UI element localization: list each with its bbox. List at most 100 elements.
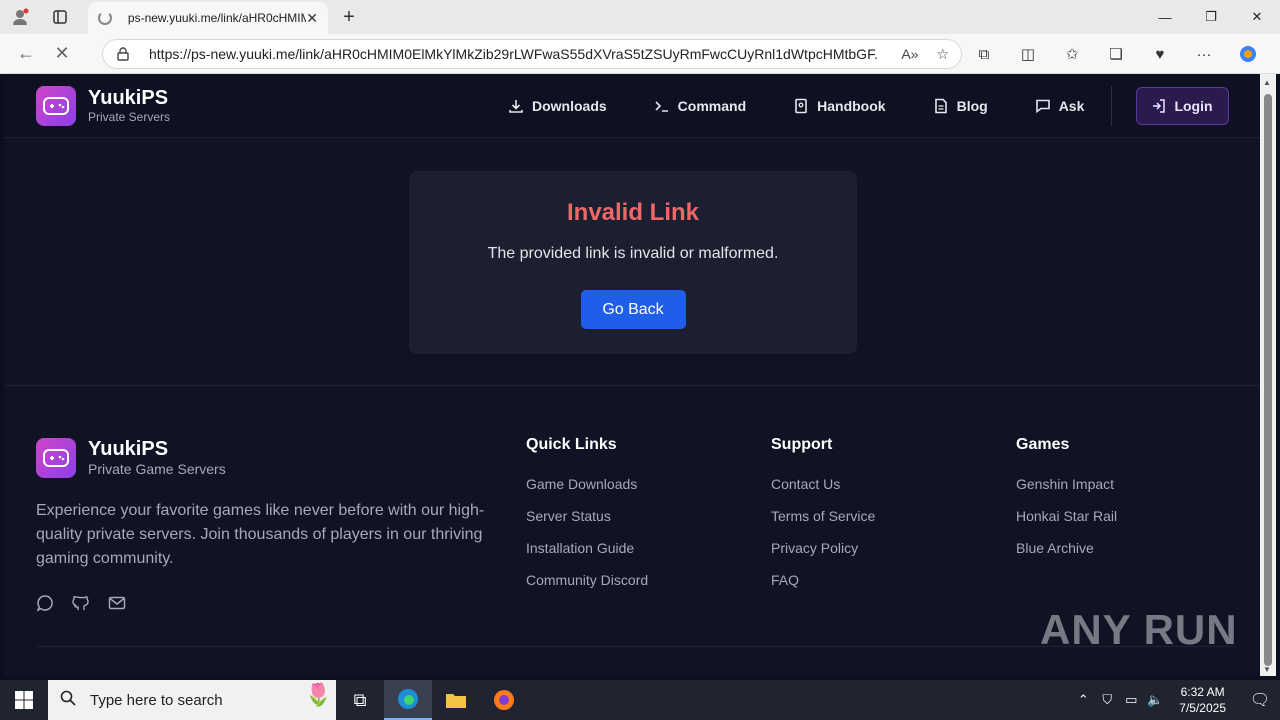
tab-actions-icon[interactable] [40, 0, 80, 34]
login-button[interactable]: Login [1136, 87, 1229, 125]
nav-command[interactable]: Command [654, 98, 746, 114]
browser-tab[interactable]: ps-new.yuuki.me/link/aHR0cHMIM ✕ [88, 2, 328, 34]
address-bar[interactable]: https://ps-new.yuuki.me/link/aHR0cHMIM0E… [102, 39, 962, 69]
brand-subtitle: Private Servers [88, 109, 171, 124]
footer-description: Experience your favorite games like neve… [36, 502, 485, 567]
scroll-thumb[interactable] [1264, 94, 1272, 666]
nav-handbook[interactable]: Handbook [793, 98, 886, 114]
footer-link[interactable]: Installation Guide [526, 540, 648, 557]
flowers-icon: 🌷 [304, 682, 332, 707]
main-content: Invalid Link The provided link is invali… [4, 138, 1260, 386]
footer-link[interactable]: Terms of Service [771, 508, 875, 525]
nav-ask[interactable]: Ask [1035, 98, 1085, 114]
chat-bubble-icon[interactable] [36, 594, 54, 617]
collections-icon[interactable]: ❏ [1094, 38, 1138, 70]
footer-link[interactable]: Blue Archive [1016, 540, 1117, 557]
extensions-icon[interactable]: ⧉ [962, 38, 1006, 70]
scroll-up-icon[interactable]: ▲ [1263, 78, 1271, 87]
browser-tab-bar: ps-new.yuuki.me/link/aHR0cHMIM ✕ + — ❐ ✕ [0, 0, 1280, 34]
nav-divider [1111, 86, 1112, 126]
system-tray: ⌃ ⛉ ▭ 🔈 6:32 AM 7/5/2025 🗨 [1071, 680, 1280, 720]
footer-gamepad-logo-icon[interactable] [36, 438, 76, 478]
notification-icon[interactable]: 🗨 [1240, 690, 1280, 710]
footer-link[interactable]: Contact Us [771, 476, 875, 493]
search-placeholder: Type here to search [90, 691, 223, 709]
clock-time: 6:32 AM [1180, 685, 1225, 699]
volume-icon[interactable]: 🔈 [1143, 692, 1167, 708]
page-scrollbar[interactable]: ▲ ▼ [1260, 74, 1276, 676]
network-icon[interactable]: ▭ [1119, 692, 1143, 708]
footer-col-games: Games Genshin Impact Honkai Star Rail Bl… [1016, 436, 1117, 572]
page-viewport: YuukiPS Private Servers Downloads Comman… [4, 74, 1260, 676]
taskbar-search[interactable]: Type here to search 🌷 [48, 680, 336, 720]
nav-blog-label: Blog [956, 98, 988, 114]
site-header: YuukiPS Private Servers Downloads Comman… [4, 74, 1260, 138]
file-explorer-icon[interactable] [432, 680, 480, 720]
brand-name[interactable]: YuukiPS [88, 87, 170, 109]
site-footer: YuukiPS Private Game Servers Experience … [4, 386, 1260, 676]
minimize-button[interactable]: — [1142, 0, 1188, 34]
close-tab-icon[interactable]: ✕ [306, 10, 318, 27]
footer-col-quick-links: Quick Links Game Downloads Server Status… [526, 436, 648, 604]
nav-blog[interactable]: Blog [933, 98, 988, 114]
login-label: Login [1174, 98, 1213, 114]
split-screen-icon[interactable]: ◫ [1006, 38, 1050, 70]
footer-link[interactable]: FAQ [771, 572, 875, 589]
favorite-star-icon[interactable]: ☆ [936, 46, 949, 63]
windows-start-icon[interactable] [0, 680, 48, 720]
more-menu-icon[interactable]: ··· [1182, 38, 1226, 70]
github-icon[interactable] [72, 594, 90, 617]
go-back-button[interactable]: Go Back [580, 290, 686, 329]
browser-essentials-icon[interactable]: ♥ [1138, 38, 1182, 70]
footer-link[interactable]: Community Discord [526, 572, 648, 589]
footer-link[interactable]: Game Downloads [526, 476, 648, 493]
firefox-icon[interactable] [480, 680, 528, 720]
url-text: https://ps-new.yuuki.me/link/aHR0cHMIM0E… [149, 46, 879, 62]
main-nav: Downloads Command Handbook Blog Ask [508, 74, 1131, 138]
terminal-icon [655, 101, 668, 112]
task-view-icon[interactable]: ⧉ [336, 680, 384, 720]
error-card: Invalid Link The provided link is invali… [409, 171, 857, 354]
error-message: The provided link is invalid or malforme… [487, 245, 779, 262]
tab-title: ps-new.yuuki.me/link/aHR0cHMIM [127, 11, 307, 25]
search-icon [60, 690, 76, 710]
error-title: Invalid Link [566, 199, 700, 226]
windows-taskbar: Type here to search 🌷 ⧉ ⌃ ⛉ ▭ 🔈 6:32 AM … [0, 680, 1280, 720]
edge-browser-icon[interactable] [384, 680, 432, 720]
footer-link[interactable]: Privacy Policy [771, 540, 875, 557]
lock-icon[interactable] [117, 47, 131, 61]
clock-date: 7/5/2025 [1179, 701, 1226, 715]
close-window-button[interactable]: ✕ [1234, 0, 1280, 34]
new-tab-button[interactable]: + [336, 4, 362, 30]
social-links [36, 594, 126, 617]
favorites-icon[interactable]: ✩ [1050, 38, 1094, 70]
chat-icon [1035, 99, 1050, 114]
footer-col-title: Games [1016, 436, 1070, 453]
network-security-icon[interactable]: ⛉ [1095, 692, 1119, 708]
footer-link[interactable]: Server Status [526, 508, 648, 525]
restore-button[interactable]: ❐ [1188, 0, 1234, 34]
nav-downloads[interactable]: Downloads [508, 98, 607, 114]
read-aloud-icon[interactable]: A» [901, 46, 918, 63]
address-toolbar: ← ✕ https://ps-new.yuuki.me/link/aHR0cHM… [0, 34, 1280, 74]
profile-icon[interactable] [0, 0, 40, 34]
footer-link[interactable]: Genshin Impact [1016, 476, 1117, 493]
gamepad-logo-icon[interactable] [36, 85, 76, 126]
chevron-up-icon[interactable]: ⌃ [1071, 692, 1095, 708]
footer-brand-name: YuukiPS [88, 438, 169, 460]
stop-loading-button[interactable]: ✕ [44, 38, 80, 70]
footer-col-support: Support Contact Us Terms of Service Priv… [771, 436, 875, 604]
nav-handbook-label: Handbook [817, 98, 886, 114]
back-button[interactable]: ← [8, 38, 44, 70]
nav-downloads-label: Downloads [532, 98, 607, 114]
taskbar-clock[interactable]: 6:32 AM 7/5/2025 [1179, 684, 1226, 716]
footer-brand-subtitle: Private Game Servers [88, 461, 226, 477]
copilot-icon[interactable] [1226, 38, 1270, 70]
footer-col-title: Quick Links [526, 436, 617, 453]
nav-command-label: Command [677, 98, 747, 114]
scroll-down-icon[interactable]: ▼ [1263, 665, 1271, 674]
book-icon [795, 98, 807, 114]
footer-link[interactable]: Honkai Star Rail [1016, 508, 1117, 525]
mail-icon[interactable] [108, 594, 126, 617]
nav-ask-label: Ask [1058, 98, 1085, 114]
